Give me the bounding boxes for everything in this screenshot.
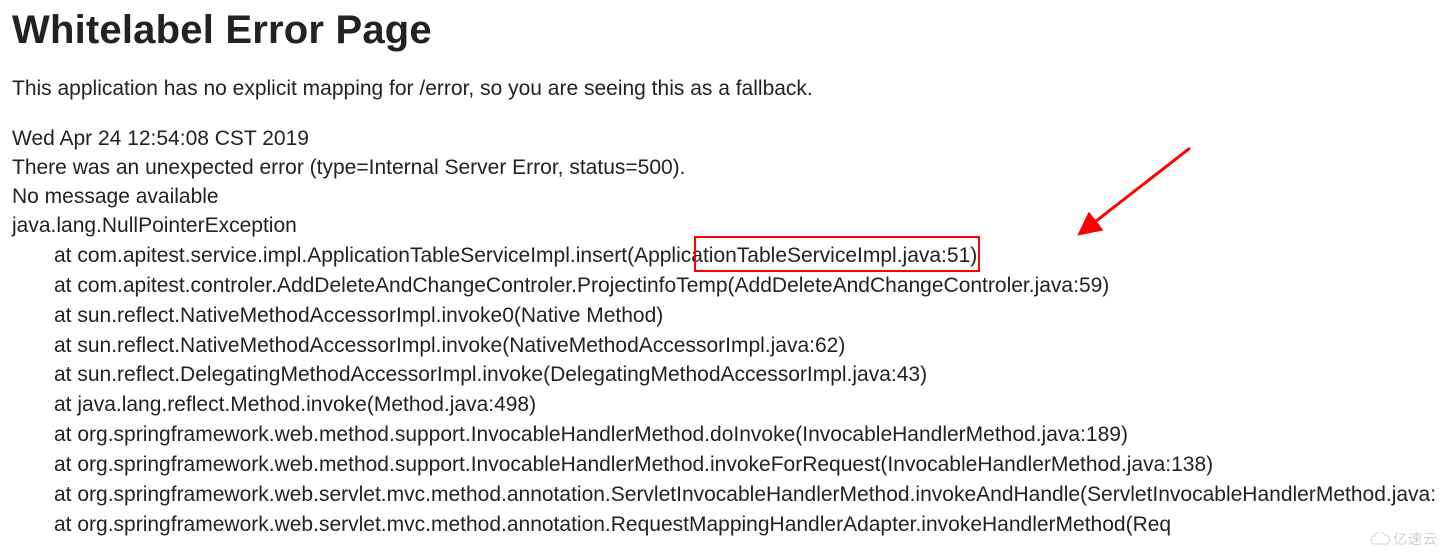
error-page: Whitelabel Error Page This application h… — [0, 0, 1446, 555]
stack-frame: at org.springframework.web.method.suppor… — [12, 450, 1434, 480]
stack-frame: at sun.reflect.NativeMethodAccessorImpl.… — [12, 331, 1434, 361]
cloud-icon — [1369, 532, 1391, 546]
stack-frame: at com.apitest.controler.AddDeleteAndCha… — [12, 271, 1434, 301]
stack-frame: at org.springframework.web.servlet.mvc.m… — [12, 480, 1434, 510]
stack-frame: at org.springframework.web.method.suppor… — [12, 420, 1434, 450]
page-title: Whitelabel Error Page — [12, 8, 1434, 53]
watermark: 亿速云 — [1369, 529, 1438, 549]
stack-frame: at sun.reflect.DelegatingMethodAccessorI… — [12, 360, 1434, 390]
stack-frame: at java.lang.reflect.Method.invoke(Metho… — [12, 390, 1434, 420]
timestamp: Wed Apr 24 12:54:08 CST 2019 — [12, 125, 1434, 154]
no-message-line: No message available — [12, 183, 1434, 212]
stack-frame: at sun.reflect.NativeMethodAccessorImpl.… — [12, 301, 1434, 331]
error-summary: There was an unexpected error (type=Inte… — [12, 154, 1434, 183]
stack-frame: at com.apitest.service.impl.ApplicationT… — [12, 241, 1434, 271]
stack-frame: at org.springframework.web.servlet.mvc.m… — [12, 510, 1434, 540]
stack-trace: at com.apitest.service.impl.ApplicationT… — [12, 241, 1434, 539]
exception-class: java.lang.NullPointerException — [12, 212, 1434, 241]
watermark-text: 亿速云 — [1393, 529, 1438, 549]
fallback-message: This application has no explicit mapping… — [12, 75, 1434, 103]
